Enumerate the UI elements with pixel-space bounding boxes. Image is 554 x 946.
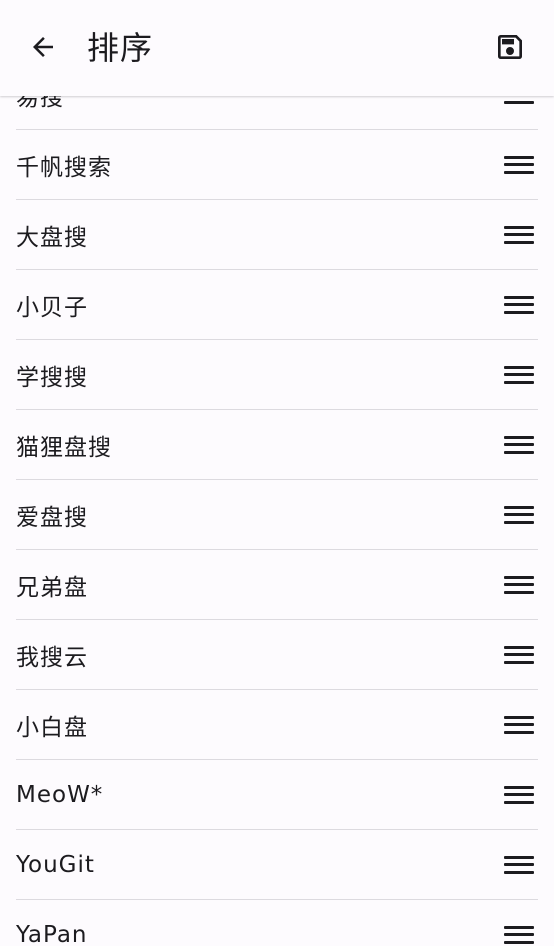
sort-screen: 排序 易搜 千帆搜索 大盘搜 小贝子 学搜搜 猫狸盘搜 爱盘搜 兄弟盘 我搜云 … — [0, 0, 554, 946]
back-button[interactable] — [22, 26, 64, 68]
list-item-label: 兄弟盘 — [16, 574, 88, 601]
list-item-label: 小贝子 — [16, 294, 88, 321]
list-item-label: 我搜云 — [16, 644, 88, 671]
list-item-label: 小白盘 — [16, 714, 88, 741]
list-item-label: 猫狸盘搜 — [16, 434, 112, 461]
list-item-label: 爱盘搜 — [16, 504, 88, 531]
list-item[interactable]: YouGit — [16, 830, 538, 900]
list-item[interactable]: 大盘搜 — [16, 200, 538, 270]
drag-handle-icon[interactable] — [504, 223, 534, 247]
list-item[interactable]: MeoW* — [16, 760, 538, 830]
list-item-label: YouGit — [16, 851, 95, 878]
drag-handle-icon[interactable] — [504, 713, 534, 737]
page-title: 排序 — [87, 29, 154, 67]
drag-handle-icon[interactable] — [504, 503, 534, 527]
arrow-left-icon — [33, 37, 53, 57]
drag-handle-icon[interactable] — [504, 853, 534, 877]
drag-handle-icon[interactable] — [504, 153, 534, 177]
drag-handle-icon[interactable] — [504, 293, 534, 317]
list-item[interactable]: 我搜云 — [16, 620, 538, 690]
drag-handle-icon[interactable] — [504, 643, 534, 667]
drag-handle-icon[interactable] — [504, 923, 534, 946]
list-item[interactable]: 小白盘 — [16, 690, 538, 760]
list-item[interactable]: YaPan — [16, 900, 538, 946]
save-button[interactable] — [490, 27, 530, 67]
list-item[interactable]: 猫狸盘搜 — [16, 410, 538, 480]
list-item[interactable]: 小贝子 — [16, 270, 538, 340]
list-item-label: YaPan — [16, 921, 88, 946]
list-item[interactable]: 爱盘搜 — [16, 480, 538, 550]
drag-handle-icon[interactable] — [504, 433, 534, 457]
save-icon — [498, 35, 522, 59]
list-item-label: 大盘搜 — [16, 224, 88, 251]
list-item[interactable]: 兄弟盘 — [16, 550, 538, 620]
list-item-label: 千帆搜索 — [16, 154, 112, 181]
top-app-bar: 排序 — [0, 0, 554, 96]
drag-handle-icon[interactable] — [504, 573, 534, 597]
list-item[interactable]: 千帆搜索 — [16, 130, 538, 200]
list-item[interactable]: 学搜搜 — [16, 340, 538, 410]
list-item-label: 学搜搜 — [16, 364, 88, 391]
drag-handle-icon[interactable] — [504, 783, 534, 807]
sortable-list: 易搜 千帆搜索 大盘搜 小贝子 学搜搜 猫狸盘搜 爱盘搜 兄弟盘 我搜云 小白盘… — [0, 60, 554, 946]
list-item-label: MeoW* — [16, 781, 104, 808]
drag-handle-icon[interactable] — [504, 363, 534, 387]
